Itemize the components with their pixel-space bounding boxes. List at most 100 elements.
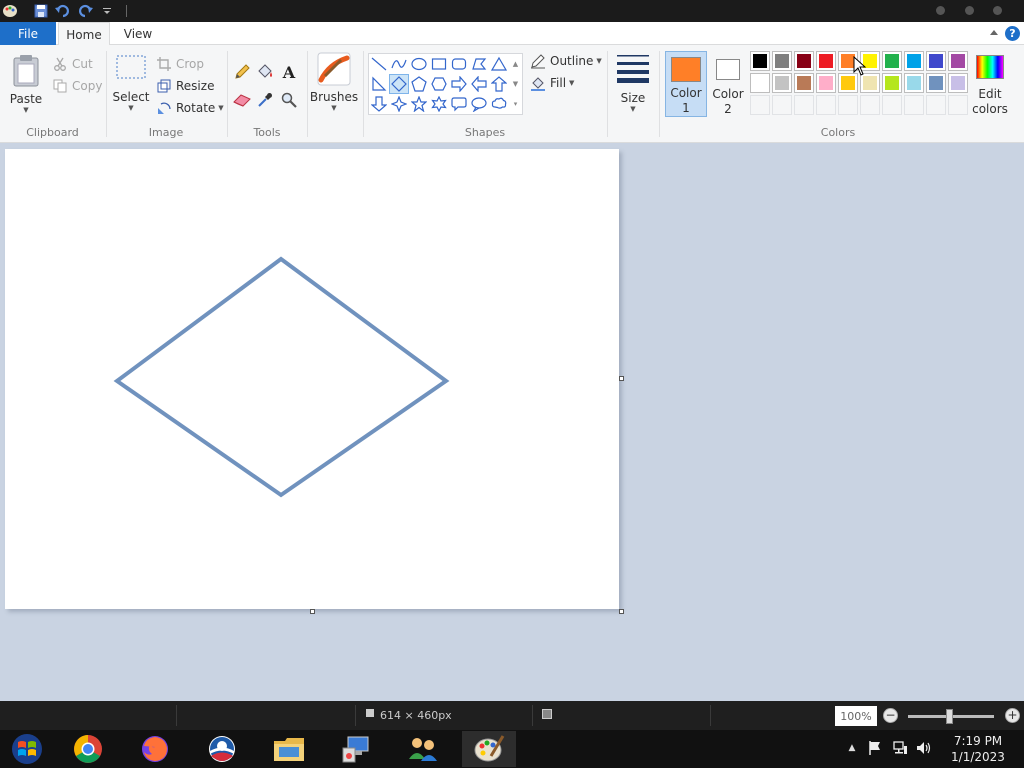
colors-group: Colors <box>660 48 1016 141</box>
left-arrow-shape-icon[interactable] <box>469 74 489 94</box>
status-separator <box>710 705 711 726</box>
cut-label: Cut <box>72 57 93 71</box>
image-group: Select ▼ Crop Resize Rotate ▼ Image <box>107 48 225 141</box>
action-center-flag-icon[interactable] <box>866 738 884 758</box>
cloud-callout-shape-icon[interactable] <box>489 94 509 114</box>
cut-button[interactable]: Cut <box>52 54 93 74</box>
oval-shape-icon[interactable] <box>409 54 429 74</box>
hexagon-shape-icon[interactable] <box>429 74 449 94</box>
system-clock[interactable]: 7:19 PM 1/1/2023 <box>946 733 1010 765</box>
select-label: Select <box>112 90 150 104</box>
undo-icon[interactable] <box>54 2 72 20</box>
pencil-icon[interactable] <box>232 62 252 82</box>
zoom-in-button[interactable]: + <box>1005 708 1020 723</box>
curve-shape-icon[interactable] <box>389 54 409 74</box>
fill-button[interactable]: Fill ▼ <box>530 73 574 93</box>
close-button[interactable] <box>993 6 1002 15</box>
six-point-star-shape-icon[interactable] <box>429 94 449 114</box>
clock-time: 7:19 PM <box>953 734 1003 748</box>
zoom-out-button[interactable]: − <box>883 708 898 723</box>
rotate-button[interactable]: Rotate ▼ <box>156 98 224 118</box>
minimize-button[interactable] <box>936 6 945 15</box>
help-icon[interactable]: ? <box>1005 26 1020 41</box>
volume-icon[interactable] <box>915 738 933 758</box>
down-arrow-shape-icon[interactable] <box>369 94 389 114</box>
text-icon[interactable]: A <box>279 62 299 82</box>
brushes-group: Brushes ▼ <box>308 48 360 141</box>
five-point-star-shape-icon[interactable] <box>409 94 429 114</box>
brushes-dropdown-icon: ▼ <box>331 104 337 112</box>
status-bar: 614 × 460px 100% − + <box>0 701 1024 730</box>
obama-logo-icon[interactable] <box>195 731 249 767</box>
network-icon[interactable] <box>891 738 909 758</box>
rounded-callout-shape-icon[interactable] <box>449 94 469 114</box>
polygon-shape-icon[interactable] <box>469 54 489 74</box>
scroll-up-icon[interactable]: ▲ <box>513 60 518 68</box>
copy-button[interactable]: Copy <box>52 76 102 96</box>
firefox-icon[interactable] <box>128 731 182 767</box>
tab-file[interactable]: File <box>0 22 56 45</box>
paste-dropdown-icon: ▼ <box>23 106 29 114</box>
tab-home[interactable]: Home <box>58 22 110 46</box>
tab-view[interactable]: View <box>114 22 162 46</box>
scroll-down-icon[interactable]: ▼ <box>513 80 518 88</box>
zoom-level: 100% <box>835 706 877 726</box>
expand-gallery-icon[interactable]: ▾ <box>514 100 518 108</box>
zoom-slider-thumb[interactable] <box>946 709 953 724</box>
triangle-shape-icon[interactable] <box>489 54 509 74</box>
crop-button[interactable]: Crop <box>156 54 204 74</box>
customize-quick-access-icon[interactable] <box>98 2 116 20</box>
paint-icon[interactable] <box>462 731 516 767</box>
four-point-star-shape-icon[interactable] <box>389 94 409 114</box>
paste-icon <box>13 55 39 87</box>
paste-button[interactable]: Paste ▼ <box>6 54 46 114</box>
shapes-scrollbar[interactable]: ▲ ▼ ▾ <box>509 54 522 114</box>
shapes-gallery <box>368 53 523 115</box>
oval-callout-shape-icon[interactable] <box>469 94 489 114</box>
maximize-button[interactable] <box>965 6 974 15</box>
control-panel-icon[interactable] <box>329 731 383 767</box>
rectangle-shape-icon[interactable] <box>429 54 449 74</box>
clipboard-group: Paste ▼ Cut Copy Clipboard <box>0 48 105 141</box>
resize-button[interactable]: Resize <box>156 76 214 96</box>
taskbar: ▲ 7:19 PM 1/1/2023 <box>0 730 1024 768</box>
status-separator <box>355 705 356 726</box>
show-hidden-icons-icon[interactable]: ▲ <box>846 738 858 758</box>
save-icon[interactable] <box>32 2 50 20</box>
right-arrow-shape-icon[interactable] <box>449 74 469 94</box>
start-button[interactable] <box>0 731 54 767</box>
magnifier-icon[interactable] <box>279 90 299 110</box>
line-shape-icon[interactable] <box>369 54 389 74</box>
redo-icon[interactable] <box>76 2 94 20</box>
chrome-icon[interactable] <box>61 731 115 767</box>
tools-group-label: Tools <box>253 126 281 139</box>
select-button[interactable]: Select ▼ <box>111 54 151 112</box>
right-triangle-shape-icon[interactable] <box>369 74 389 94</box>
copy-icon <box>52 78 68 94</box>
file-explorer-icon[interactable] <box>262 731 316 767</box>
brushes-button[interactable]: Brushes ▼ <box>310 52 358 112</box>
canvas-resize-handle-right[interactable] <box>619 376 624 381</box>
minimize-ribbon-icon[interactable] <box>990 30 998 35</box>
rounded-rectangle-shape-icon[interactable] <box>449 54 469 74</box>
paint-app-icon[interactable] <box>2 3 18 19</box>
fill-label: Fill <box>550 76 567 90</box>
crop-icon <box>156 56 172 72</box>
canvas-dimensions: 614 × 460px <box>380 709 452 722</box>
outline-icon <box>530 53 546 69</box>
eraser-icon[interactable] <box>232 90 252 110</box>
drawing-canvas[interactable] <box>5 149 619 609</box>
canvas-resize-handle-bottom[interactable] <box>310 609 315 614</box>
fill-bucket-icon[interactable] <box>255 62 275 82</box>
status-separator <box>176 705 177 726</box>
canvas-resize-handle-corner[interactable] <box>619 609 624 614</box>
size-button[interactable]: Size ▼ <box>614 53 652 113</box>
pentagon-shape-icon[interactable] <box>409 74 429 94</box>
diamond-shape-icon[interactable] <box>389 74 409 94</box>
size-label: Size <box>620 91 646 105</box>
outline-button[interactable]: Outline ▼ <box>530 51 602 71</box>
canvas-size-icon <box>366 709 374 717</box>
color-picker-icon[interactable] <box>255 90 275 110</box>
up-arrow-shape-icon[interactable] <box>489 74 509 94</box>
network-users-icon[interactable] <box>396 731 450 767</box>
